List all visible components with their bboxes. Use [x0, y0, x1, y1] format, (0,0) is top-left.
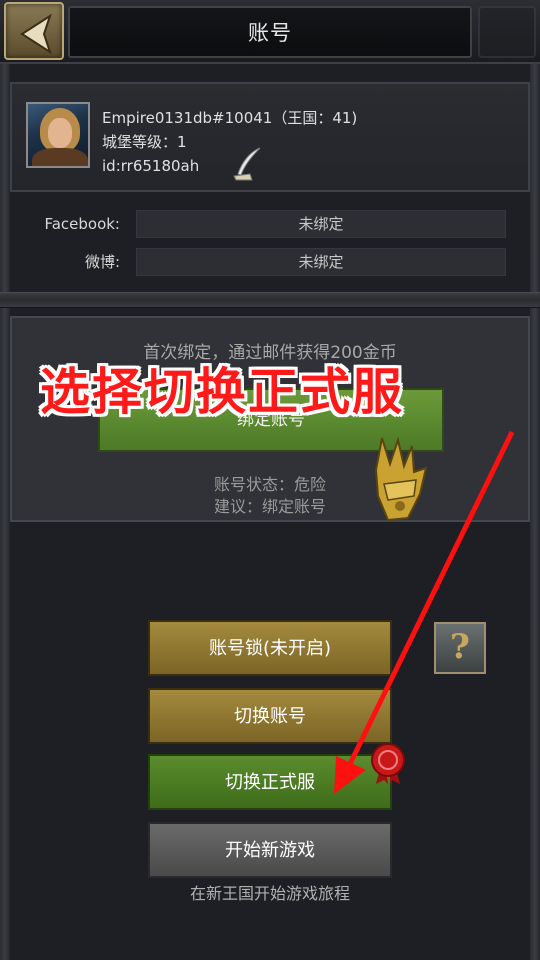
- profile-panel: Empire0131db#10041（王国：41) 城堡等级：1 id:rr65…: [10, 82, 530, 192]
- top-bar: 账号: [0, 0, 540, 64]
- weibo-status[interactable]: 未绑定: [136, 248, 506, 276]
- gauntlet-icon: [374, 436, 428, 522]
- left-frame: [0, 64, 10, 960]
- weibo-label: 微博:: [84, 253, 120, 271]
- new-game-note: 在新王国开始游戏旅程: [189, 884, 350, 903]
- switch-account-button[interactable]: 切换账号: [148, 688, 392, 744]
- title-plate: 账号: [68, 6, 472, 58]
- menu-button[interactable]: [478, 6, 536, 58]
- start-new-game-button[interactable]: 开始新游戏: [148, 822, 392, 878]
- weibo-row: 微博: 未绑定: [20, 248, 510, 276]
- right-frame: [530, 64, 540, 960]
- account-status: 账号状态：危险 建议：绑定账号: [12, 474, 528, 518]
- divider: [0, 292, 540, 308]
- page-title: 账号: [248, 21, 292, 45]
- facebook-label: Facebook:: [44, 215, 120, 233]
- account-status-text: 账号状态：危险: [213, 475, 326, 494]
- quill-icon[interactable]: [230, 146, 266, 182]
- player-name: Empire0131db#10041（王国：41): [102, 109, 358, 127]
- account-advice-text: 建议：绑定账号: [213, 497, 326, 516]
- avatar[interactable]: [26, 102, 90, 168]
- wax-seal-icon: [371, 743, 405, 784]
- help-button[interactable]: ?: [434, 622, 486, 674]
- switch-official-server-button[interactable]: 切换正式服: [148, 754, 392, 810]
- facebook-status[interactable]: 未绑定: [136, 210, 506, 238]
- back-arrow-icon: [20, 13, 52, 55]
- account-lock-button[interactable]: 账号锁(未开启): [148, 620, 392, 676]
- facebook-row: Facebook: 未绑定: [20, 210, 510, 238]
- instruction-overlay: 选择切换正式服: [40, 363, 404, 421]
- back-button[interactable]: [4, 2, 64, 60]
